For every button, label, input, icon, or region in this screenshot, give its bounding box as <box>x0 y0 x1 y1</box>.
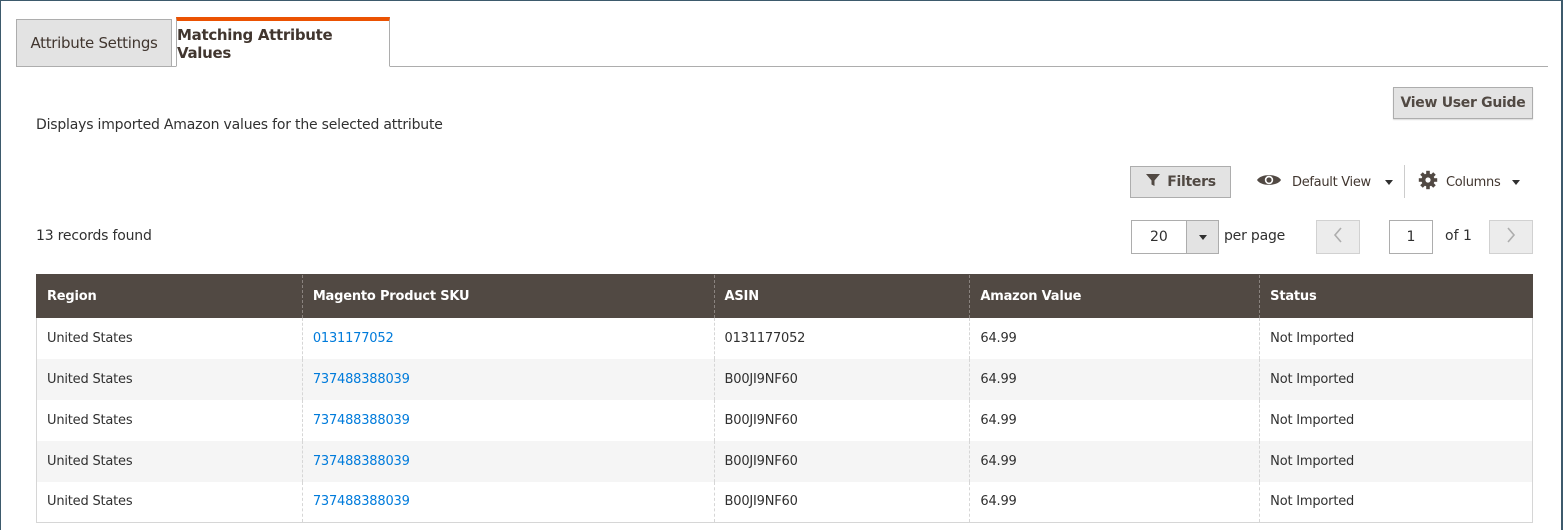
sku-link[interactable]: 737488388039 <box>313 494 410 509</box>
cell-sku: 737488388039 <box>301 399 715 441</box>
tab-label: Attribute Settings <box>30 34 158 52</box>
filters-button[interactable]: Filters <box>1130 166 1231 198</box>
matching-values-table: Region Magento Product SKU ASIN Amazon V… <box>36 274 1533 523</box>
table-row: United States 737488388039 B00JI9NF60 64… <box>36 358 1533 400</box>
sku-link[interactable]: 737488388039 <box>313 372 410 387</box>
per-page-value: 20 <box>1150 229 1168 245</box>
cell-asin: B00JI9NF60 <box>713 399 970 441</box>
table-row: United States 737488388039 B00JI9NF60 64… <box>36 440 1533 482</box>
column-header-region[interactable]: Region <box>36 274 303 318</box>
default-view-dropdown[interactable]: Default View <box>1256 166 1393 198</box>
table-row: United States 737488388039 B00JI9NF60 64… <box>36 399 1533 441</box>
cell-status: Not Imported <box>1259 317 1533 359</box>
cell-asin: 0131177052 <box>713 317 970 359</box>
total-pages-label: of 1 <box>1445 228 1472 244</box>
cell-amazon-value: 64.99 <box>969 317 1260 359</box>
tab-bar: Attribute Settings Matching Attribute Va… <box>16 17 1548 67</box>
toolbar-divider <box>1404 165 1405 198</box>
caret-down-icon <box>1512 179 1521 185</box>
column-header-asin[interactable]: ASIN <box>713 274 970 318</box>
tab-label: Matching Attribute Values <box>177 25 333 62</box>
table-header-row: Region Magento Product SKU ASIN Amazon V… <box>36 274 1533 318</box>
columns-dropdown[interactable]: Columns <box>1418 166 1521 198</box>
eye-icon <box>1256 172 1282 192</box>
cell-status: Not Imported <box>1259 481 1533 523</box>
next-page-button[interactable] <box>1489 220 1533 254</box>
cell-sku: 737488388039 <box>301 358 715 400</box>
records-count: 13 records found <box>36 228 152 244</box>
cell-status: Not Imported <box>1259 440 1533 482</box>
column-header-amazon-value[interactable]: Amazon Value <box>969 274 1260 318</box>
section-description: Displays imported Amazon values for the … <box>36 117 443 133</box>
view-user-guide-button[interactable]: View User Guide <box>1393 87 1533 119</box>
cell-asin: B00JI9NF60 <box>713 481 970 523</box>
cell-asin: B00JI9NF60 <box>713 440 970 482</box>
per-page-label: per page <box>1224 228 1286 244</box>
cell-region: United States <box>36 317 303 359</box>
filters-label: Filters <box>1167 174 1216 190</box>
cell-region: United States <box>36 481 303 523</box>
cell-sku: 737488388039 <box>301 440 715 482</box>
column-header-status[interactable]: Status <box>1259 274 1533 318</box>
cell-region: United States <box>36 358 303 400</box>
cell-region: United States <box>36 399 303 441</box>
table-row: United States 0131177052 0131177052 64.9… <box>36 317 1533 359</box>
tab-matching-attribute-values[interactable]: Matching Attribute Values <box>176 17 390 67</box>
current-page-input[interactable]: 1 <box>1389 220 1433 254</box>
table-row: United States 737488388039 B00JI9NF60 64… <box>36 481 1533 523</box>
columns-label: Columns <box>1446 174 1501 190</box>
chevron-left-icon <box>1333 227 1343 247</box>
previous-page-button[interactable] <box>1316 220 1360 254</box>
tab-attribute-settings[interactable]: Attribute Settings <box>16 19 172 66</box>
sku-link[interactable]: 737488388039 <box>313 413 410 428</box>
caret-down-icon <box>1198 234 1207 240</box>
gear-icon <box>1418 170 1438 194</box>
cell-sku: 0131177052 <box>301 317 715 359</box>
cell-amazon-value: 64.99 <box>969 358 1260 400</box>
column-header-magento-product-sku[interactable]: Magento Product SKU <box>301 274 715 318</box>
chevron-right-icon <box>1506 227 1516 247</box>
sku-link[interactable]: 0131177052 <box>313 331 394 346</box>
default-view-label: Default View <box>1292 174 1371 190</box>
caret-down-icon <box>1384 179 1393 185</box>
cell-status: Not Imported <box>1259 358 1533 400</box>
cell-amazon-value: 64.99 <box>969 399 1260 441</box>
cell-amazon-value: 64.99 <box>969 440 1260 482</box>
sku-link[interactable]: 737488388039 <box>313 454 410 469</box>
funnel-icon <box>1145 172 1161 192</box>
cell-asin: B00JI9NF60 <box>713 358 970 400</box>
cell-region: United States <box>36 440 303 482</box>
per-page-select[interactable]: 20 <box>1131 220 1219 254</box>
cell-status: Not Imported <box>1259 399 1533 441</box>
per-page-toggle[interactable] <box>1186 221 1218 253</box>
cell-amazon-value: 64.99 <box>969 481 1260 523</box>
cell-sku: 737488388039 <box>301 481 715 523</box>
